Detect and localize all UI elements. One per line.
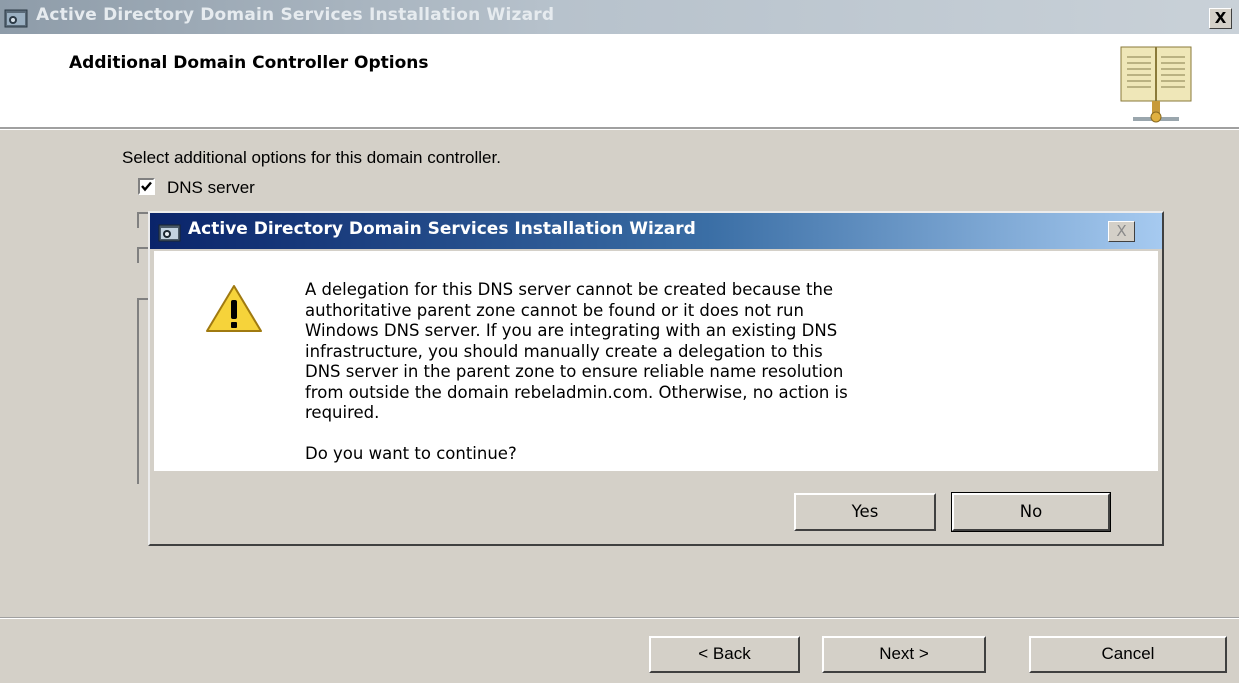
book-icon [1111, 43, 1201, 134]
back-button[interactable]: < Back [649, 636, 800, 673]
app-icon [158, 222, 182, 248]
dialog-title: Active Directory Domain Services Install… [188, 219, 696, 239]
close-icon[interactable]: X [1108, 221, 1135, 242]
app-icon [4, 7, 30, 34]
wizard-title: Active Directory Domain Services Install… [36, 5, 555, 25]
dns-server-checkbox[interactable] [138, 178, 155, 195]
footer-divider [0, 617, 1239, 619]
header-divider [0, 127, 1239, 130]
warning-dialog: Active Directory Domain Services Install… [148, 211, 1164, 546]
dialog-body: A delegation for this DNS server cannot … [154, 251, 1158, 471]
page-title: Additional Domain Controller Options [69, 53, 429, 73]
no-button[interactable]: No [951, 492, 1111, 532]
yes-button[interactable]: Yes [794, 493, 936, 531]
cancel-button[interactable]: Cancel [1029, 636, 1227, 673]
dialog-message: A delegation for this DNS server cannot … [305, 280, 848, 422]
next-button[interactable]: Next > [822, 636, 986, 673]
dns-server-label: DNS server [167, 178, 255, 197]
warning-icon [204, 283, 264, 340]
instruction-text: Select additional options for this domai… [122, 148, 501, 167]
wizard-header: Additional Domain Controller Options [0, 34, 1239, 127]
close-icon[interactable]: X [1209, 8, 1232, 29]
dialog-titlebar[interactable]: Active Directory Domain Services Install… [150, 213, 1162, 249]
wizard-titlebar[interactable]: Active Directory Domain Services Install… [0, 0, 1239, 34]
dialog-question: Do you want to continue? [305, 444, 517, 463]
